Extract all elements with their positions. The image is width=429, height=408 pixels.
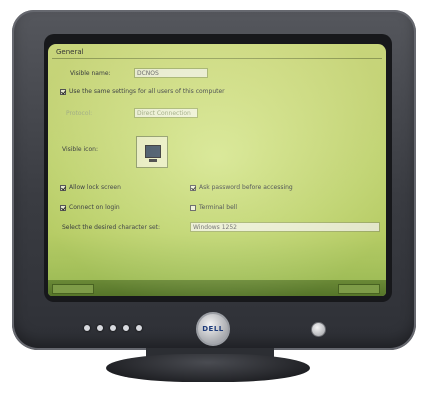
logo-text: DELL xyxy=(202,325,224,333)
front-button[interactable] xyxy=(123,325,129,331)
same-settings-label: Use the same settings for all users of t… xyxy=(69,88,225,95)
dell-logo: DELL xyxy=(196,312,230,346)
front-button[interactable] xyxy=(97,325,103,331)
front-button[interactable] xyxy=(136,325,142,331)
checkbox-box[interactable] xyxy=(60,184,66,191)
taskbar xyxy=(48,280,386,296)
front-button[interactable] xyxy=(110,325,116,331)
monitor-icon xyxy=(145,145,161,162)
taskbar-tray xyxy=(338,284,380,294)
allow-lock-checkbox[interactable]: Allow lock screen xyxy=(60,184,121,191)
visible-icon-label: Visible icon: xyxy=(62,146,98,153)
connect-login-label: Connect on login xyxy=(69,204,120,211)
terminal-bell-label: Terminal bell xyxy=(199,204,238,211)
tab-divider xyxy=(52,58,382,59)
front-panel-buttons xyxy=(84,316,149,335)
charset-label: Select the desired character set: xyxy=(62,224,161,231)
charset-select[interactable]: Windows 1252 xyxy=(190,222,380,232)
monitor-screen: General Visible name: DCNOS Use the same… xyxy=(48,44,386,296)
checkbox-box[interactable] xyxy=(60,88,66,95)
visible-icon-button[interactable] xyxy=(136,136,168,168)
terminal-bell-checkbox[interactable]: Terminal bell xyxy=(190,204,237,211)
checkbox-box[interactable] xyxy=(60,204,66,211)
protocol-label: Protocol: xyxy=(66,110,93,117)
ask-password-checkbox[interactable]: Ask password before accessing xyxy=(190,184,293,191)
monitor-stand xyxy=(106,354,310,382)
visible-name-field[interactable]: DCNOS xyxy=(134,68,208,78)
power-button[interactable] xyxy=(311,322,326,337)
protocol-field[interactable]: Direct Connection xyxy=(134,108,198,118)
checkbox-box[interactable] xyxy=(190,184,196,191)
crt-monitor: General Visible name: DCNOS Use the same… xyxy=(12,10,416,350)
tab-general[interactable]: General xyxy=(56,48,84,56)
taskbar-start-button[interactable] xyxy=(52,284,94,294)
same-settings-checkbox[interactable]: Use the same settings for all users of t… xyxy=(60,88,225,95)
connect-login-checkbox[interactable]: Connect on login xyxy=(60,204,120,211)
checkbox-box[interactable] xyxy=(190,204,196,211)
ask-password-label: Ask password before accessing xyxy=(199,184,293,191)
allow-lock-label: Allow lock screen xyxy=(69,184,121,191)
front-button[interactable] xyxy=(84,325,90,331)
visible-name-label: Visible name: xyxy=(70,70,111,77)
